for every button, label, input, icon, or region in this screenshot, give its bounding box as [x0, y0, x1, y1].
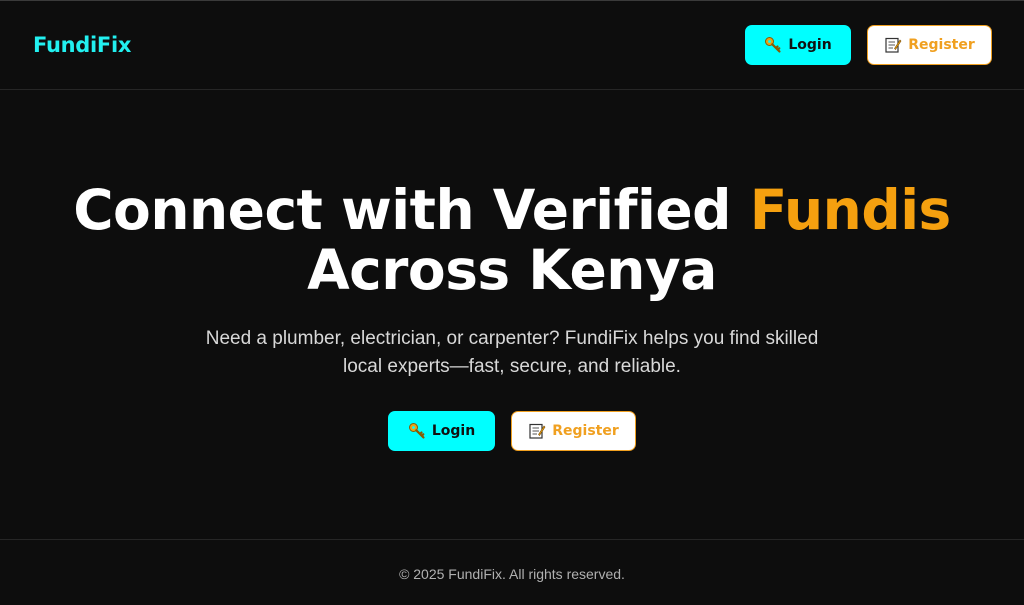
key-icon	[764, 36, 782, 54]
footer-copyright: © 2025 FundiFix. All rights reserved.	[399, 566, 625, 582]
hero-title: Connect with Verified Fundis Across Keny…	[0, 180, 1024, 300]
hero-login-label: Login	[431, 423, 476, 439]
memo-icon	[884, 36, 902, 54]
hero-title-accent: Fundis	[749, 178, 952, 242]
brand-logo[interactable]: FundiFix	[33, 33, 131, 57]
hero-title-part2: Across Kenya	[307, 238, 717, 302]
header-login-button[interactable]: Login	[745, 25, 851, 65]
hero-subtitle-line1: Need a plumber, electrician, or carpente…	[205, 328, 819, 349]
header-register-label: Register	[908, 37, 975, 53]
key-icon	[408, 422, 426, 440]
header-register-button[interactable]: Register	[867, 25, 992, 65]
hero-title-part1: Connect with Verified	[73, 178, 750, 242]
hero-subtitle-line2: local experts—fast, secure, and reliable…	[343, 356, 681, 377]
header-login-label: Login	[788, 37, 832, 53]
memo-icon	[528, 422, 546, 440]
footer: © 2025 FundiFix. All rights reserved.	[0, 539, 1024, 605]
hero-register-button[interactable]: Register	[511, 411, 636, 451]
hero-register-label: Register	[552, 423, 619, 439]
top-navbar: FundiFix Login Register	[0, 1, 1024, 90]
hero-login-button[interactable]: Login	[388, 411, 495, 451]
hero-subtitle: Need a plumber, electrician, or carpente…	[0, 325, 1024, 381]
